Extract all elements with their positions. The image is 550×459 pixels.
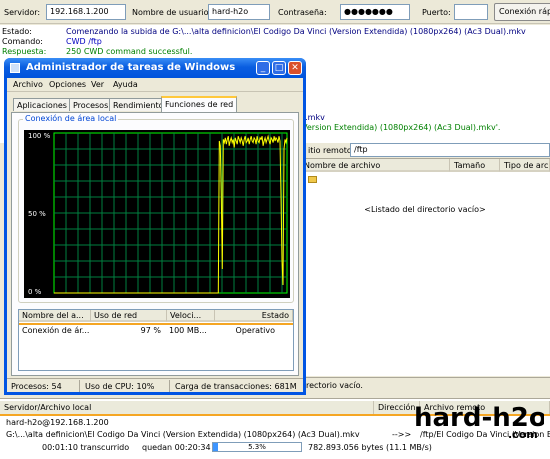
y-label-50: 50 % — [28, 210, 46, 218]
queue-remaining: quedan 00:20:34 — [142, 443, 211, 452]
menu-opciones[interactable]: Opciones — [49, 80, 86, 89]
log-line: Comando: CWD /ftp — [2, 37, 102, 47]
tab-rendimiento[interactable]: Rendimiento — [109, 98, 168, 111]
group-label: Conexión de área local — [23, 114, 119, 123]
remote-path-bar: itio remoto: /ftp — [300, 143, 550, 157]
log-text: 250 CWD command successful. — [66, 47, 193, 56]
status-processes: Procesos: 54 — [11, 382, 62, 391]
menu-ayuda[interactable]: Ayuda — [113, 80, 138, 89]
status-divider — [79, 380, 80, 392]
remote-path-label: itio remoto: — [308, 146, 355, 155]
password-input[interactable]: ●●●●●●● — [340, 4, 410, 20]
title-bar[interactable]: Administrador de tareas de Windows _ □ ✕ — [4, 58, 306, 78]
remote-status-text: rectorio vacío. — [306, 381, 363, 390]
log-line: Estado: Comenzando la subida de G:\...\al… — [2, 27, 526, 37]
tab-aplicaciones[interactable]: Aplicaciones — [13, 98, 71, 111]
user-input[interactable]: hard-h2o — [208, 4, 270, 20]
progress-label: 5.3% — [248, 443, 266, 451]
column-adapter-name[interactable]: Nombre del a... — [19, 310, 91, 322]
parent-folder-icon[interactable] — [308, 176, 317, 183]
header-divider — [19, 323, 293, 325]
hard-h2o-logo: hard-h2o .com — [412, 398, 547, 442]
tab-funciones-de-red[interactable]: Funciones de red — [161, 96, 238, 112]
menu-archivo[interactable]: Archivo — [13, 80, 43, 89]
port-label: Puerto: — [422, 8, 451, 17]
queue-file-row[interactable]: G:\...\alta definicion\El Codigo Da Vinc… — [6, 429, 380, 440]
menu-bar: Archivo Opciones Ver Ayuda — [7, 78, 303, 92]
graph-canvas — [53, 132, 288, 294]
window-title: Administrador de tareas de Windows — [26, 62, 236, 73]
remote-path-input[interactable]: /ftp — [350, 143, 550, 157]
column-size[interactable]: Tamaño — [450, 159, 500, 172]
queue-bytes: 782.893.056 bytes (11.1 MB/s) — [308, 443, 432, 452]
minimize-button[interactable]: _ — [256, 61, 270, 75]
log-text: Version Extendida) (1080px264) (Ac3 Dual… — [302, 123, 501, 132]
column-state[interactable]: Estado — [215, 310, 293, 322]
maximize-button[interactable]: □ — [272, 61, 286, 75]
column-local-file[interactable]: Servidor/Archivo local — [0, 401, 374, 414]
logo-graphic: hard-h2o .com — [414, 403, 547, 441]
adapter-state: Operativo — [235, 326, 275, 335]
window-body: Archivo Opciones Ver Ayuda Aplicaciones … — [7, 78, 303, 392]
password-label: Contraseña: — [278, 8, 327, 17]
remote-file-list[interactable]: Nombre de archivo Tamaño Tipo de archivo… — [300, 158, 550, 376]
adapter-name: Conexión de ár... — [22, 326, 90, 335]
adapter-usage: 97 % — [140, 326, 161, 335]
y-label-100: 100 % — [28, 132, 51, 140]
queue-server-row[interactable]: hard-h2o@192.168.1.200 — [6, 417, 366, 428]
adapter-table[interactable]: Nombre del a... Uso de red Veloci... Est… — [18, 309, 294, 371]
taskmanager-icon — [10, 63, 20, 73]
queue-elapsed: 00:01:10 transcurrido — [42, 443, 130, 452]
adapter-speed: 100 MB... — [169, 326, 207, 335]
log-text: Comenzando la subida de G:\...\alta defi… — [66, 27, 526, 36]
column-speed[interactable]: Veloci... — [167, 310, 215, 322]
quickconnect-bar: Servidor: 192.168.1.200 Nombre de usuari… — [0, 0, 550, 24]
network-utilization-graph: 100 % 50 % 0 % — [24, 130, 290, 298]
transfer-progress-bar: 5.3% — [212, 442, 302, 452]
status-cpu: Uso de CPU: 10% — [85, 382, 155, 391]
port-input[interactable] — [454, 4, 488, 20]
task-manager-window: Administrador de tareas de Windows _ □ ✕… — [4, 58, 306, 395]
tab-procesos[interactable]: Procesos — [69, 98, 113, 111]
column-network-usage[interactable]: Uso de red — [91, 310, 167, 322]
log-line: Respuesta: 250 CWD command successful. — [2, 47, 192, 57]
log-key: Comando: — [2, 37, 43, 46]
column-filename[interactable]: Nombre de archivo — [300, 159, 450, 172]
quickconnect-button[interactable]: Conexión rápida — [494, 3, 550, 21]
tab-page: Conexión de área local 100 % 50 % 0 % No… — [11, 112, 299, 376]
server-label: Servidor: — [4, 8, 41, 17]
user-label: Nombre de usuario: — [132, 8, 212, 17]
log-line: Version Extendida) (1080px264) (Ac3 Dual… — [302, 123, 500, 133]
log-text: CWD /ftp — [66, 37, 102, 46]
column-filetype[interactable]: Tipo de archivo — [500, 159, 550, 172]
close-button[interactable]: ✕ — [288, 61, 302, 75]
network-graph-group: Conexión de área local 100 % 50 % 0 % — [18, 114, 294, 303]
empty-listing-message: <Listado del directorio vacío> — [364, 205, 486, 214]
taskmanager-status-bar: Procesos: 54 Uso de CPU: 10% Carga de tr… — [7, 378, 303, 392]
menu-ver[interactable]: Ver — [91, 80, 104, 89]
status-commit: Carga de transacciones: 681M — [175, 382, 297, 391]
y-label-0: 0 % — [28, 288, 42, 296]
remote-status-bar: rectorio vacío. — [300, 377, 550, 391]
log-key: Estado: — [2, 27, 32, 36]
server-input[interactable]: 192.168.1.200 — [46, 4, 126, 20]
log-key: Respuesta: — [2, 47, 47, 56]
status-divider — [169, 380, 170, 392]
logo-suffix: .com — [508, 428, 538, 441]
